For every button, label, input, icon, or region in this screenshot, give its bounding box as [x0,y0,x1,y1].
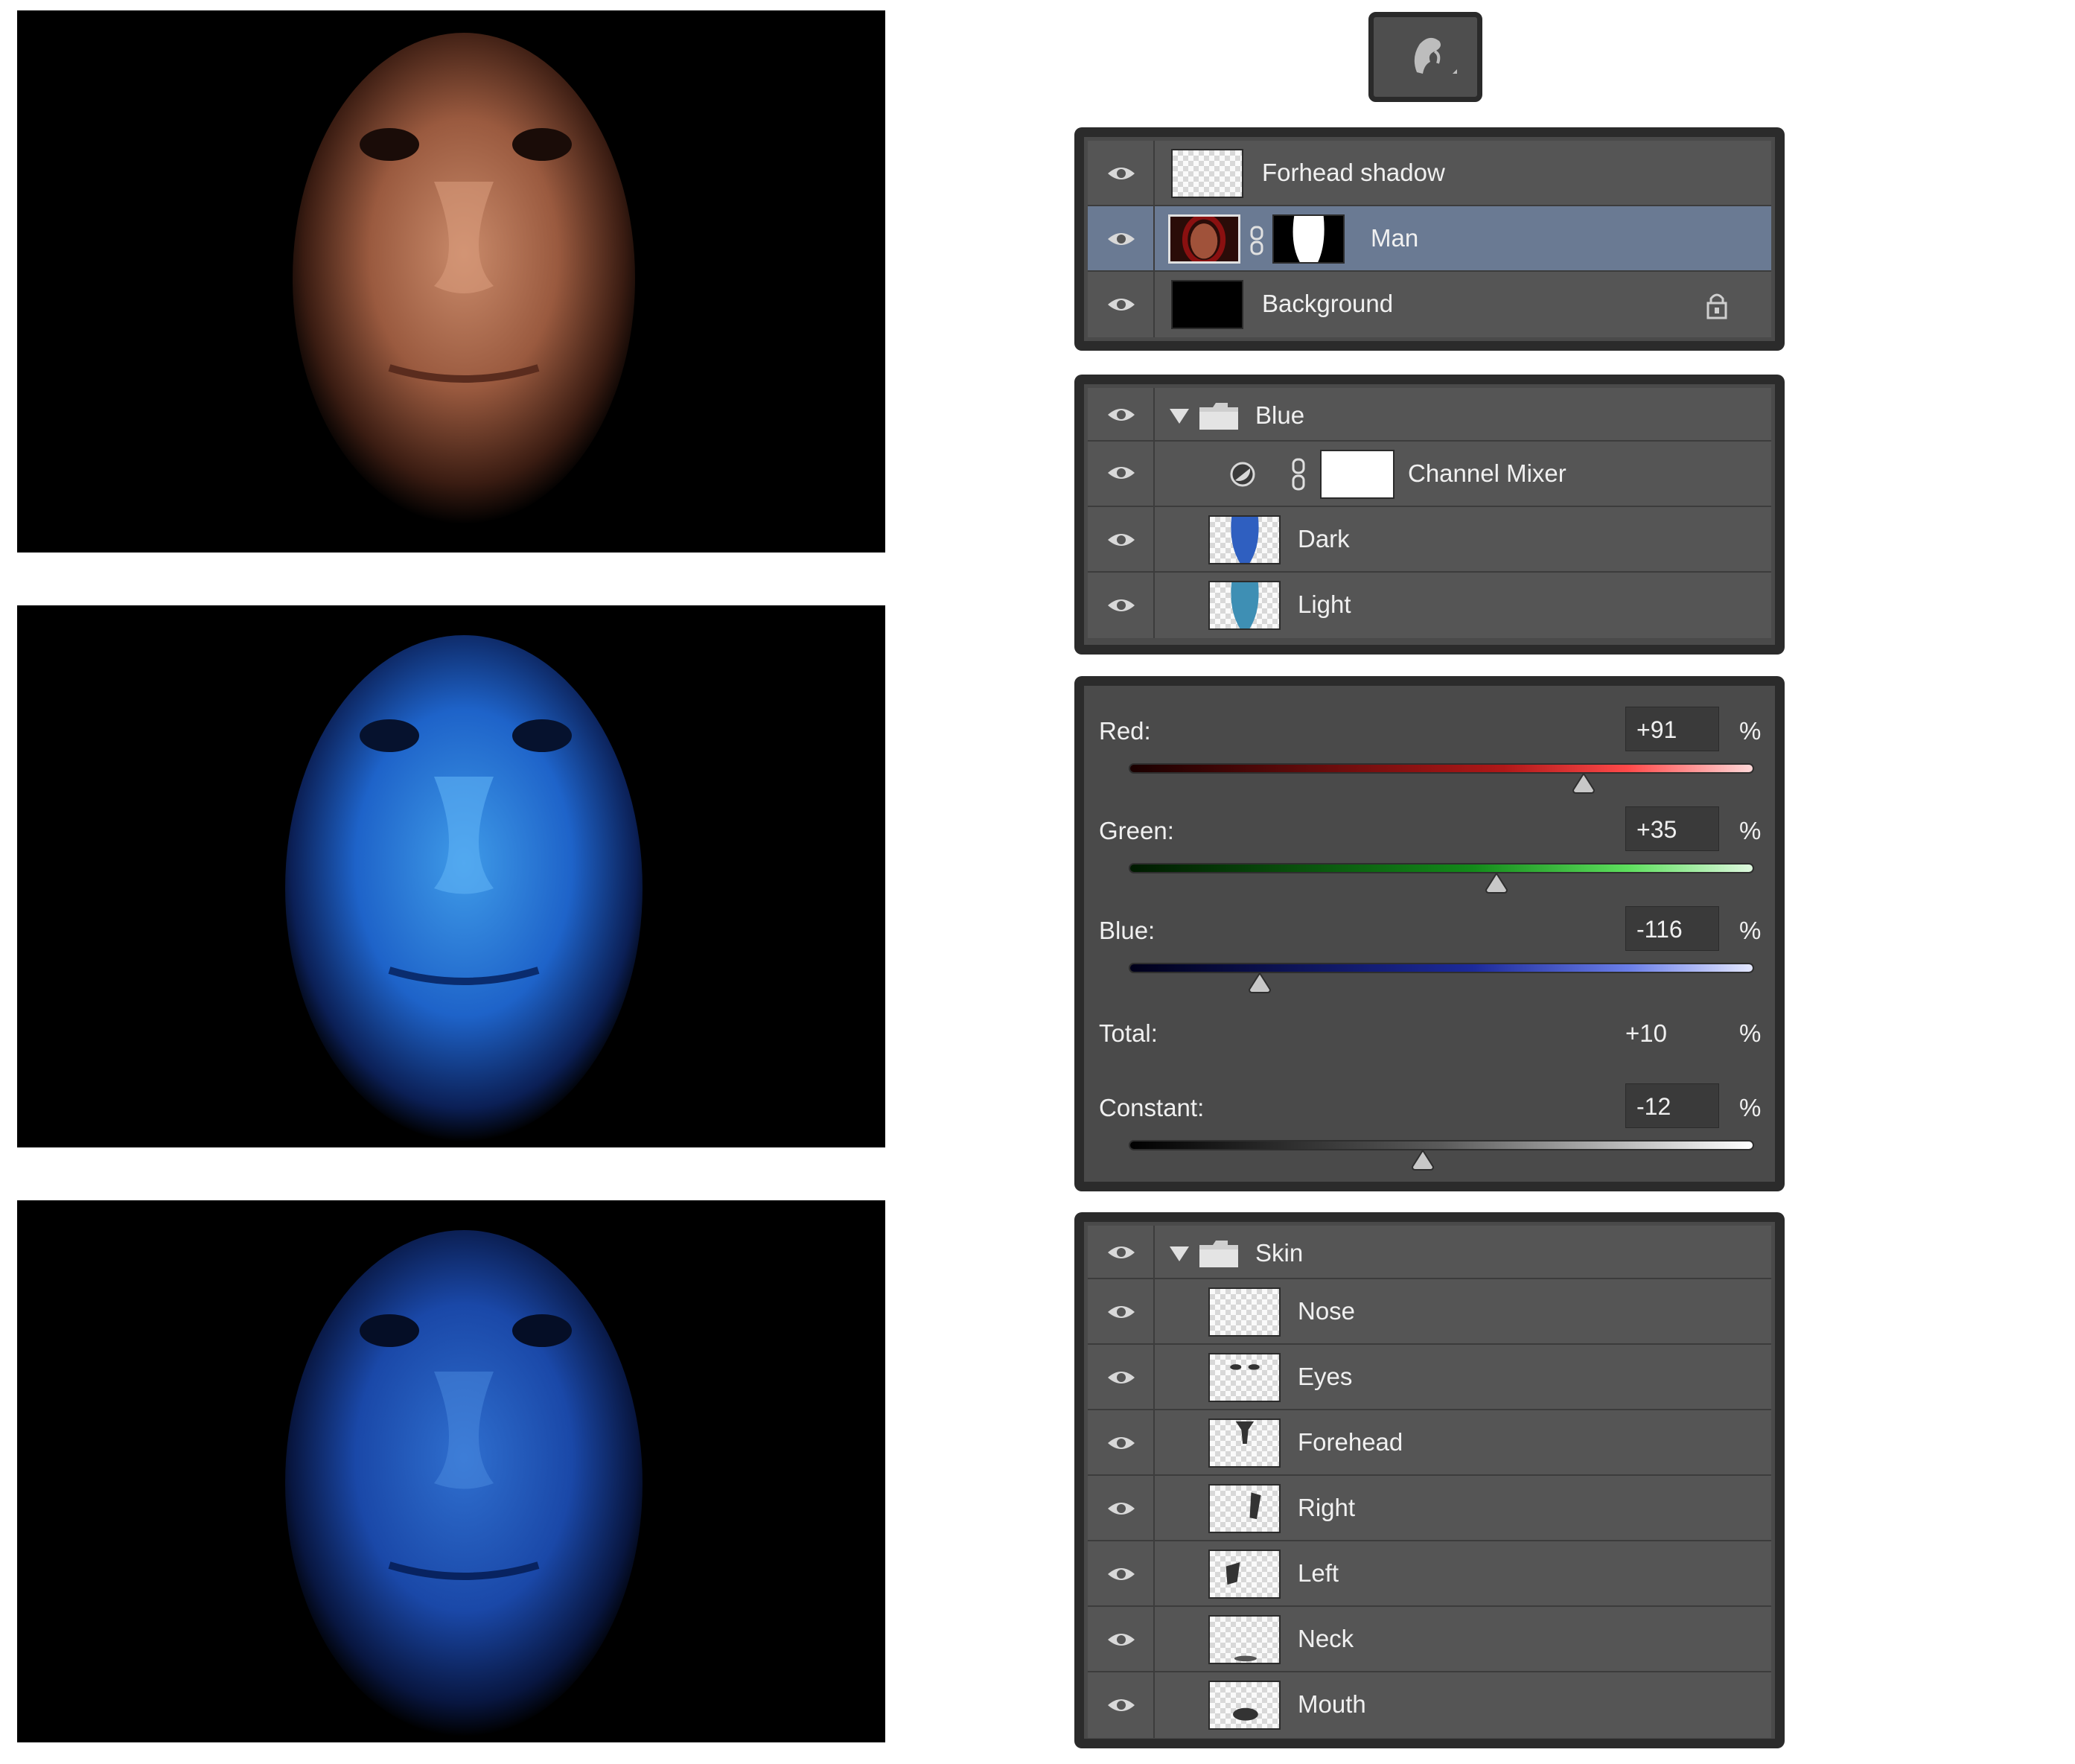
red-label: Red: [1099,717,1151,745]
layer-row-dark[interactable]: Dark [1088,507,1771,573]
layer-row-channel-mixer[interactable]: Channel Mixer [1088,442,1771,507]
link-icon[interactable] [1249,226,1265,255]
lock-icon [1706,293,1727,319]
layer-row-left[interactable]: Left [1088,1541,1771,1607]
layer-label: Nose [1298,1297,1356,1325]
green-value-input[interactable]: +35 [1625,806,1719,851]
skin-group-panel: Skin Nose Eyes Forehead Right Left Neck … [1074,1212,1785,1748]
layer-row-mouth[interactable]: Mouth [1088,1672,1771,1738]
channel-mixer-properties: Red: +91 % Green: +35 % Blue: -116 % Tot… [1074,676,1785,1191]
layer-row-man[interactable]: Man [1088,206,1771,272]
constant-value-input[interactable]: -12 [1625,1083,1719,1128]
blue-group-panel: Blue Channel Mixer Dark Light [1074,375,1785,655]
constant-label: Constant: [1099,1094,1205,1121]
group-row-blue[interactable]: Blue [1088,388,1771,442]
layer-row-background[interactable]: Background [1088,272,1771,337]
total-percent: % [1739,1019,1762,1047]
constant-slider-track[interactable] [1129,1140,1754,1150]
layer-row-eyes[interactable]: Eyes [1088,1345,1771,1410]
brush-tool-button[interactable] [1368,12,1482,102]
group-label: Skin [1255,1239,1304,1267]
constant-percent: % [1739,1094,1762,1121]
adjustment-layer-icon [1230,462,1255,487]
visibility-eye-icon[interactable] [1106,406,1136,424]
total-label: Total: [1099,1019,1158,1047]
layer-label: Light [1298,590,1351,618]
layer-label: Mouth [1298,1690,1366,1718]
red-percent: % [1739,717,1762,745]
brush-tool-icon [1414,37,1457,74]
layer-mask-thumbnail [1272,214,1345,264]
photo-original [17,10,885,553]
constant-slider-thumb[interactable] [1411,1149,1435,1171]
blue-percent: % [1739,917,1762,944]
visibility-eye-icon[interactable] [1106,230,1136,248]
visibility-eye-icon[interactable] [1106,1565,1136,1583]
group-label: Blue [1255,401,1305,429]
layer-label: Neck [1298,1625,1354,1652]
layer-row-light[interactable]: Light [1088,573,1771,638]
green-percent: % [1739,817,1762,844]
folder-icon [1199,1241,1238,1267]
layer-thumbnail [1208,581,1281,630]
red-value-input[interactable]: +91 [1625,707,1719,751]
layer-row-forehead[interactable]: Forehead [1088,1410,1771,1476]
green-slider-thumb[interactable] [1485,872,1508,894]
visibility-eye-icon[interactable] [1106,464,1136,482]
visibility-eye-icon[interactable] [1106,1369,1136,1386]
visibility-eye-icon[interactable] [1106,1303,1136,1321]
photo-blue-skin [17,1200,885,1742]
visibility-eye-icon[interactable] [1106,1434,1136,1452]
visibility-eye-icon[interactable] [1106,1500,1136,1518]
layer-row-right[interactable]: Right [1088,1476,1771,1541]
blue-slider-track[interactable] [1129,963,1754,973]
layer-label: Man [1371,224,1419,252]
folder-icon [1199,403,1238,430]
layer-thumbnail [1168,214,1240,264]
red-slider-track[interactable] [1129,763,1754,774]
layer-thumbnail [1208,1484,1281,1533]
layers-panel: Forhead shadow Man Background [1074,127,1785,351]
disclosure-triangle-icon[interactable] [1170,409,1189,424]
disclosure-triangle-icon[interactable] [1170,1246,1189,1261]
visibility-eye-icon[interactable] [1106,165,1136,182]
layer-label: Dark [1298,525,1350,553]
layer-row-forhead-shadow[interactable]: Forhead shadow [1088,141,1771,206]
layer-thumbnail [1208,1681,1281,1730]
blue-slider-thumb[interactable] [1248,972,1272,994]
layer-thumbnail [1171,149,1243,198]
visibility-eye-icon[interactable] [1106,296,1136,313]
layer-thumbnail [1208,1287,1281,1337]
layer-thumbnail [1208,515,1281,564]
group-row-skin[interactable]: Skin [1088,1226,1771,1279]
layer-label: Background [1262,290,1394,317]
layer-label: Forhead shadow [1262,159,1445,186]
layer-row-nose[interactable]: Nose [1088,1279,1771,1345]
photo-blue-mix [17,605,885,1147]
blue-label: Blue: [1099,917,1156,944]
layer-label: Forehead [1298,1428,1403,1456]
green-slider-track[interactable] [1129,863,1754,873]
visibility-eye-icon[interactable] [1106,531,1136,549]
layer-thumbnail [1208,1418,1281,1468]
visibility-eye-icon[interactable] [1106,1631,1136,1649]
green-label: Green: [1099,817,1174,844]
layer-label: Eyes [1298,1363,1353,1390]
red-slider-thumb[interactable] [1572,772,1596,795]
visibility-eye-icon[interactable] [1106,1244,1136,1261]
layer-label: Left [1298,1559,1339,1587]
layer-thumbnail [1171,280,1243,329]
layer-mask-thumbnail [1320,450,1395,499]
layer-thumbnail [1208,1353,1281,1402]
blue-value-input[interactable]: -116 [1625,906,1719,951]
layer-label: Channel Mixer [1408,459,1566,487]
layer-label: Right [1298,1494,1356,1521]
total-value: +10 [1625,1019,1667,1047]
layer-thumbnail [1208,1550,1281,1599]
link-icon[interactable] [1290,458,1307,491]
layer-thumbnail [1208,1615,1281,1664]
layer-row-neck[interactable]: Neck [1088,1607,1771,1672]
visibility-eye-icon[interactable] [1106,596,1136,614]
visibility-eye-icon[interactable] [1106,1696,1136,1714]
